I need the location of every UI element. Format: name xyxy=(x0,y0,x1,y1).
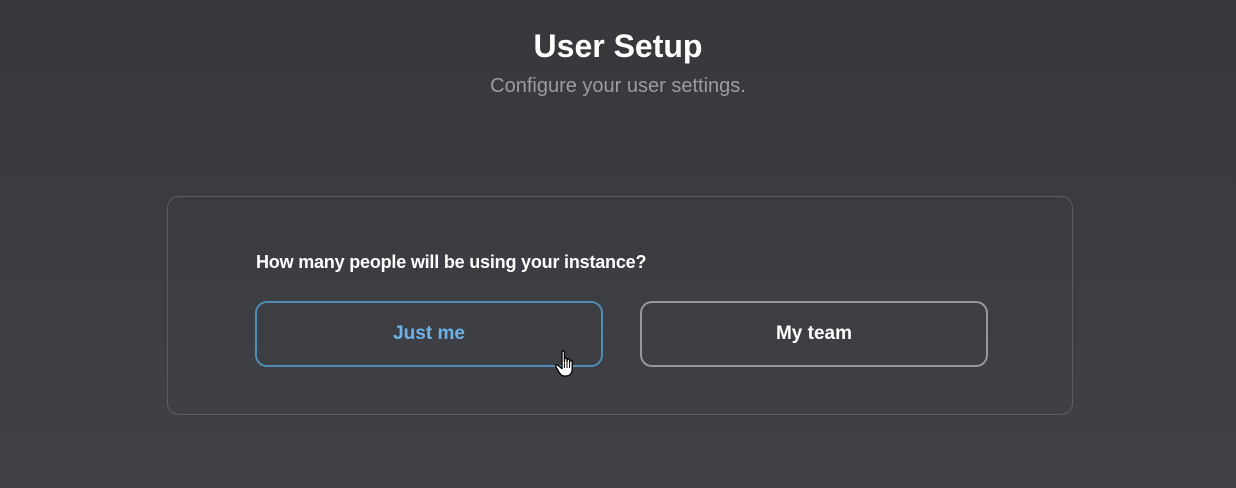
my-team-button[interactable]: My team xyxy=(640,301,988,367)
usage-question: How many people will be using your insta… xyxy=(256,252,647,272)
hand-pointer-icon xyxy=(554,350,573,377)
page-header: User Setup Configure your user settings. xyxy=(0,26,1236,100)
page-title: User Setup xyxy=(533,28,703,64)
just-me-button[interactable]: Just me xyxy=(255,301,603,367)
page-subtitle: Configure your user settings. xyxy=(490,75,746,97)
setup-card: How many people will be using your insta… xyxy=(167,196,1073,415)
